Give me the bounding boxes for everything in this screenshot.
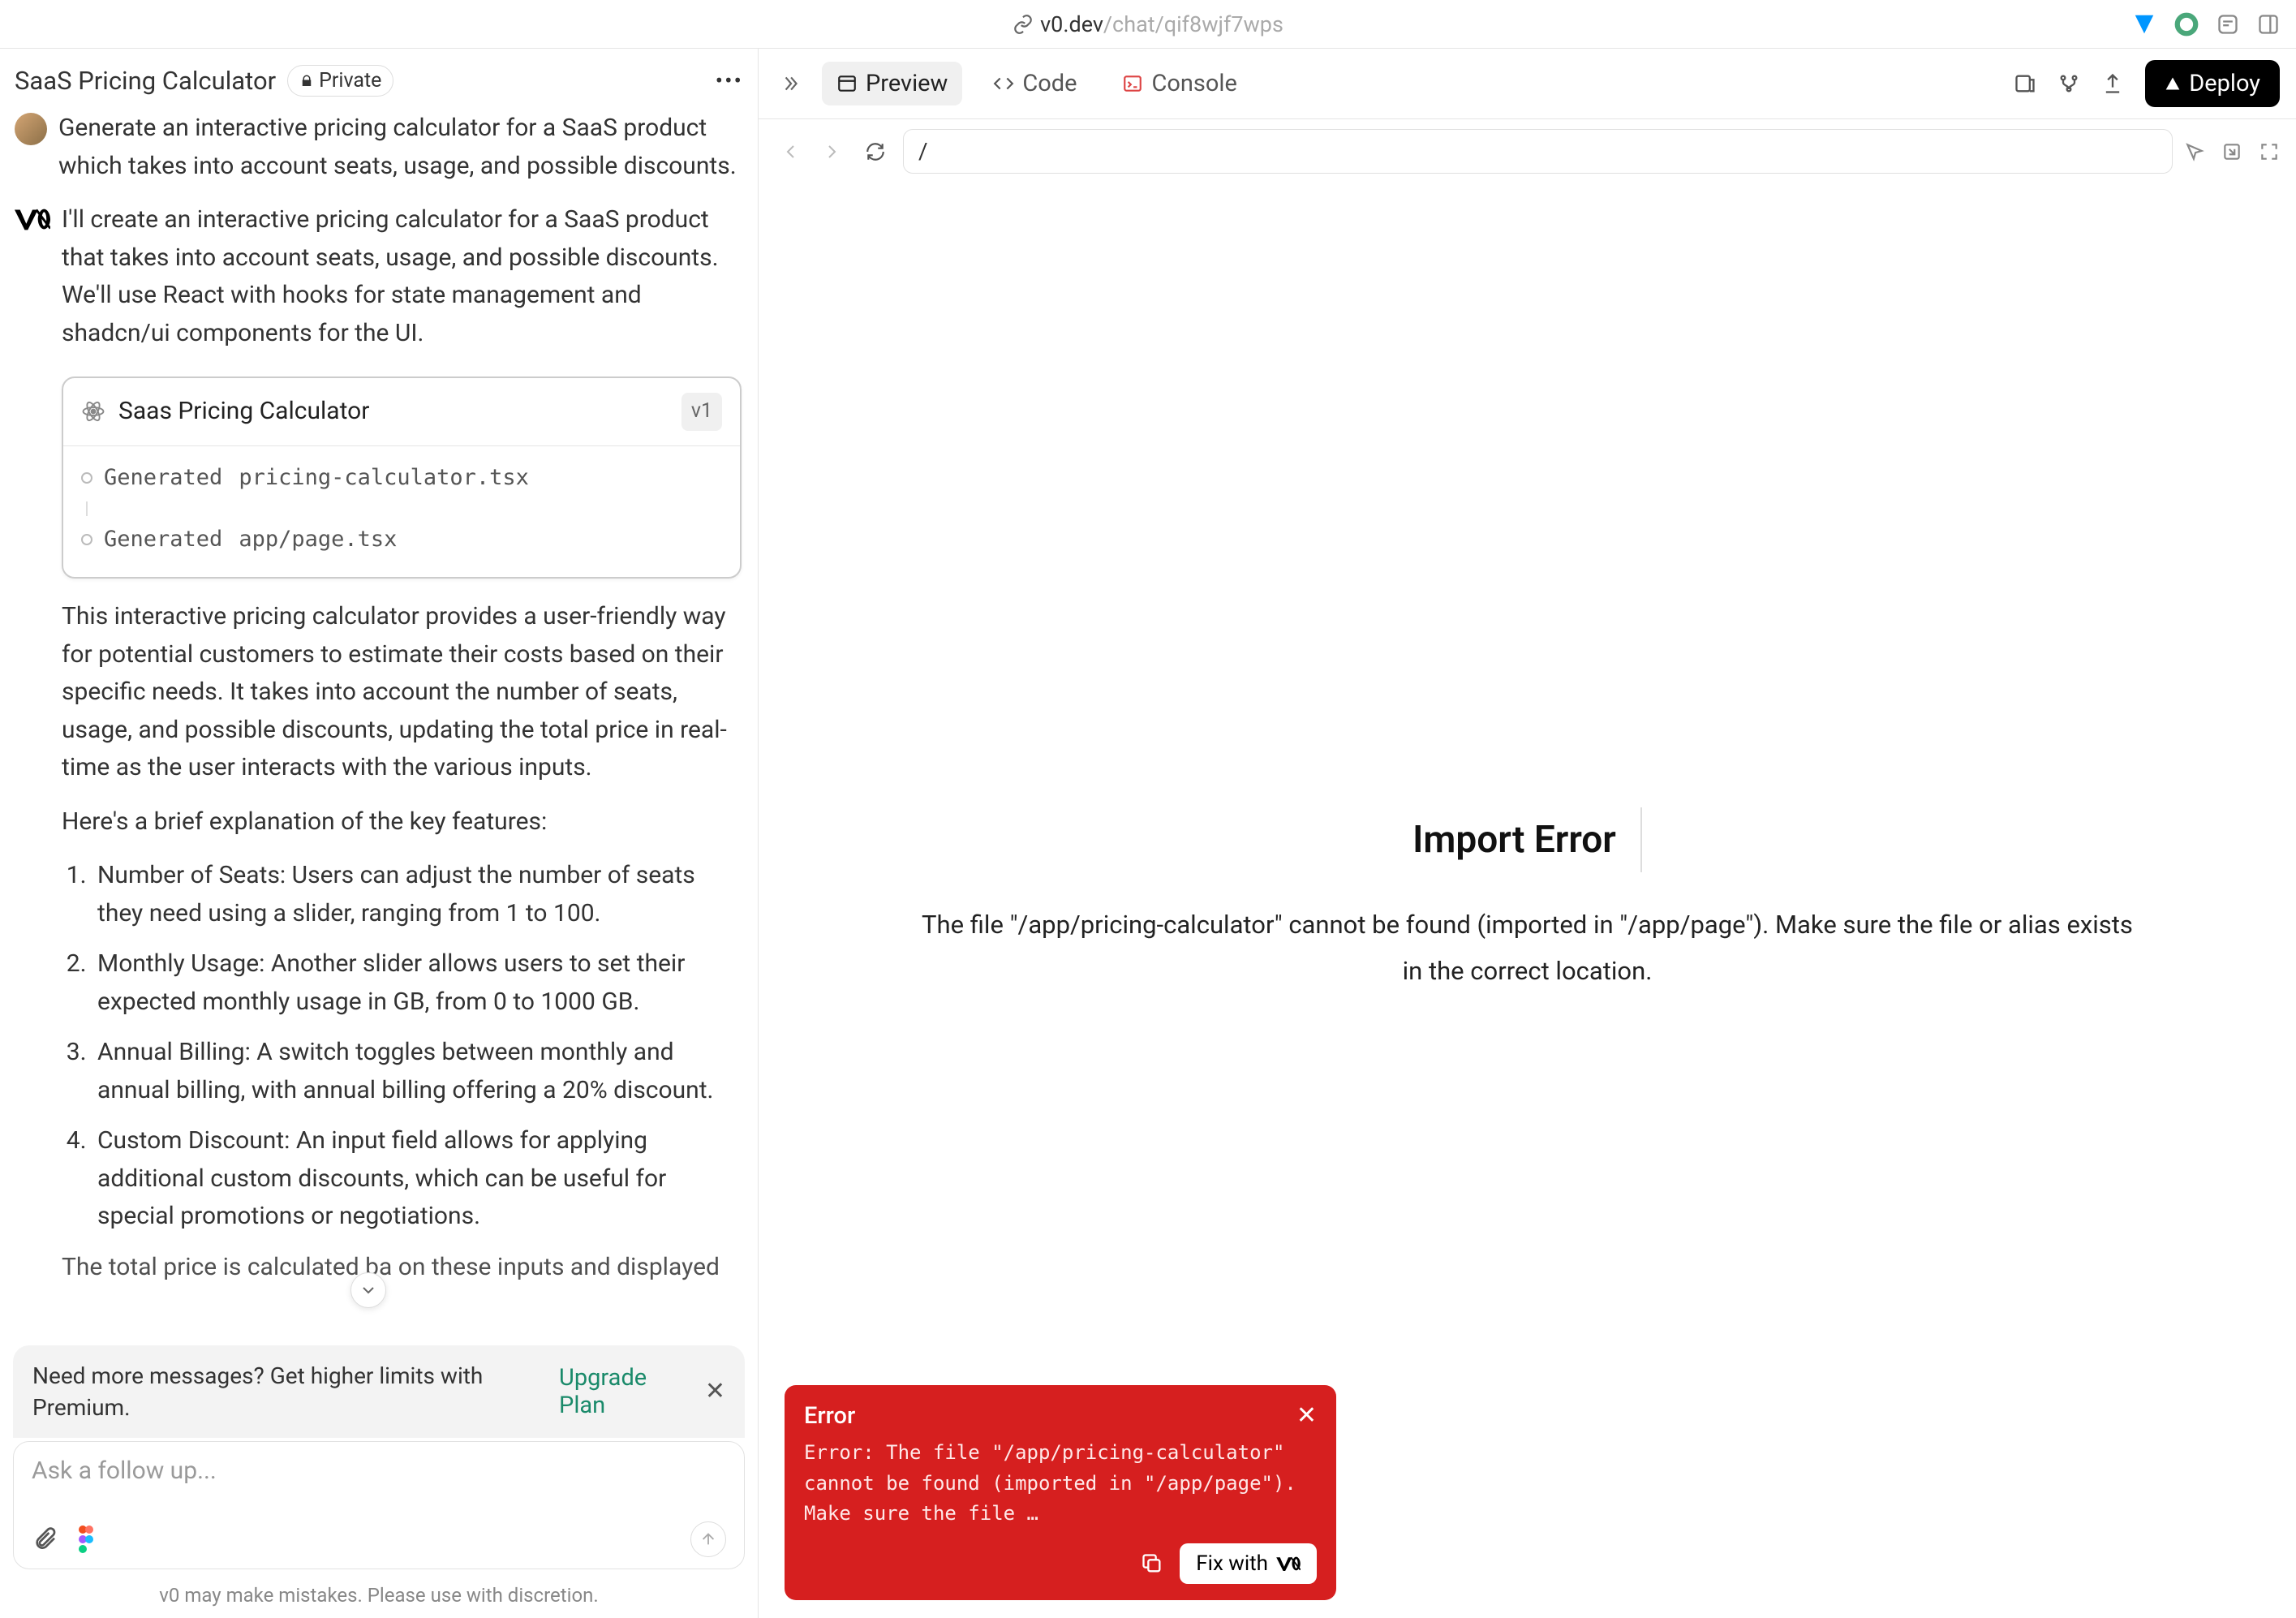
chat-input-box[interactable]: Ask a follow up... [13, 1441, 745, 1569]
fullscreen-icon[interactable] [2259, 141, 2280, 162]
terminal-icon [1122, 73, 1143, 94]
chevron-right-icon [822, 142, 841, 161]
file-status-dot [81, 534, 92, 545]
tab-preview[interactable]: Preview [822, 62, 962, 105]
deploy-label: Deploy [2189, 70, 2260, 97]
user-message: Generate an interactive pricing calculat… [58, 110, 742, 185]
responsive-icon[interactable] [2014, 72, 2036, 95]
link-icon [1013, 14, 1034, 35]
triangle-icon [2165, 75, 2181, 92]
v0-logo-icon [15, 206, 50, 232]
list-item: Custom Discount: An input field allows f… [92, 1122, 742, 1236]
list-item: Annual Billing: A switch toggles between… [92, 1034, 742, 1109]
code-card-title: Saas Pricing Calculator [118, 393, 669, 431]
vercel-v-icon[interactable] [2132, 12, 2156, 37]
v0-small-icon [1276, 1556, 1301, 1571]
attachment-button[interactable] [32, 1526, 58, 1552]
react-icon [81, 399, 105, 424]
user-avatar [15, 113, 47, 145]
preview-pane: Preview Code Console Deploy [759, 49, 2296, 1618]
generated-file-row: Generated app/page.tsx [81, 516, 722, 563]
toast-body: Error: The file "/app/pricing-calculator… [804, 1438, 1317, 1529]
tab-label: Code [1022, 70, 1077, 97]
lock-icon [299, 74, 314, 88]
generated-file-row: Generated pricing-calculator.tsx [81, 454, 722, 501]
version-pill: v1 [681, 393, 722, 431]
import-error-title: Import Error [1412, 818, 1616, 862]
tab-label: Preview [866, 70, 948, 97]
more-menu-button[interactable]: ••• [716, 67, 743, 94]
upgrade-plan-link[interactable]: Upgrade Plan [559, 1364, 690, 1419]
url-host: v0.dev/chat/qif8wjf7wps [1040, 11, 1283, 37]
copy-error-button[interactable] [1141, 1552, 1163, 1575]
assistant-intro: I'll create an interactive pricing calcu… [62, 201, 742, 352]
sidebar-toggle-icon[interactable] [2257, 13, 2280, 36]
code-icon [993, 73, 1014, 94]
tab-label: Console [1151, 70, 1236, 97]
circle-green-icon[interactable] [2174, 12, 2199, 37]
reload-icon [865, 141, 886, 162]
nav-back-button[interactable] [775, 136, 807, 168]
panel-square-icon[interactable] [2216, 13, 2239, 36]
divider [1640, 807, 1642, 872]
arrow-up-icon [699, 1530, 717, 1548]
upsell-text: Need more messages? Get higher limits wi… [32, 1360, 559, 1423]
tab-console[interactable]: Console [1107, 62, 1251, 105]
figma-icon [75, 1525, 97, 1554]
upsell-banner: Need more messages? Get higher limits wi… [13, 1345, 745, 1438]
toast-close-button[interactable]: ✕ [1296, 1401, 1317, 1430]
preview-address-bar[interactable]: / [903, 129, 2173, 174]
fix-label: Fix with [1196, 1551, 1268, 1576]
scroll-down-button[interactable] [350, 1272, 386, 1308]
reload-button[interactable] [859, 136, 892, 168]
list-item: Number of Seats: Users can adjust the nu… [92, 857, 742, 932]
cursor-icon[interactable] [2184, 141, 2205, 162]
assistant-paragraph: This interactive pricing calculator prov… [62, 598, 742, 787]
tab-code[interactable]: Code [978, 62, 1091, 105]
chat-title: SaaS Pricing Calculator [15, 66, 276, 96]
figma-button[interactable] [75, 1525, 97, 1554]
chat-input[interactable]: Ask a follow up... [32, 1457, 726, 1494]
open-external-icon[interactable] [2221, 141, 2242, 162]
send-button[interactable] [690, 1521, 726, 1557]
chevron-left-icon [781, 142, 801, 161]
upsell-close-button[interactable]: ✕ [705, 1377, 725, 1405]
chevron-down-icon [359, 1280, 378, 1300]
window-icon [836, 73, 858, 94]
paperclip-icon [32, 1526, 58, 1552]
assistant-paragraph: Here's a brief explanation of the key fe… [62, 803, 742, 841]
chevron-right-icon[interactable] [775, 68, 806, 99]
fix-with-v0-button[interactable]: Fix with [1180, 1543, 1317, 1584]
code-card[interactable]: Saas Pricing Calculator v1 Generated pri… [62, 377, 742, 579]
private-label: Private [319, 69, 381, 93]
private-badge[interactable]: Private [287, 65, 393, 97]
disclaimer-text: v0 may make mistakes. Please use with di… [0, 1579, 758, 1618]
list-item: Monthly Usage: Another slider allows use… [92, 945, 742, 1021]
file-status-dot [81, 472, 92, 484]
features-list: Number of Seats: Users can adjust the nu… [62, 857, 742, 1236]
browser-url-bar: v0.dev/chat/qif8wjf7wps [0, 0, 2296, 49]
error-toast: Error ✕ Error: The file "/app/pricing-ca… [785, 1385, 1336, 1600]
nav-forward-button[interactable] [815, 136, 848, 168]
deploy-button[interactable]: Deploy [2145, 60, 2280, 107]
copy-icon [1141, 1552, 1163, 1575]
chat-pane: SaaS Pricing Calculator Private ••• Gene… [0, 49, 759, 1618]
cutoff-paragraph: The total price is calculated ba on thes… [62, 1249, 742, 1287]
branch-icon[interactable] [2057, 72, 2080, 95]
import-error-message: The file "/app/pricing-calculator" canno… [919, 902, 2136, 995]
share-icon[interactable] [2101, 72, 2124, 95]
toast-title: Error [804, 1402, 855, 1430]
